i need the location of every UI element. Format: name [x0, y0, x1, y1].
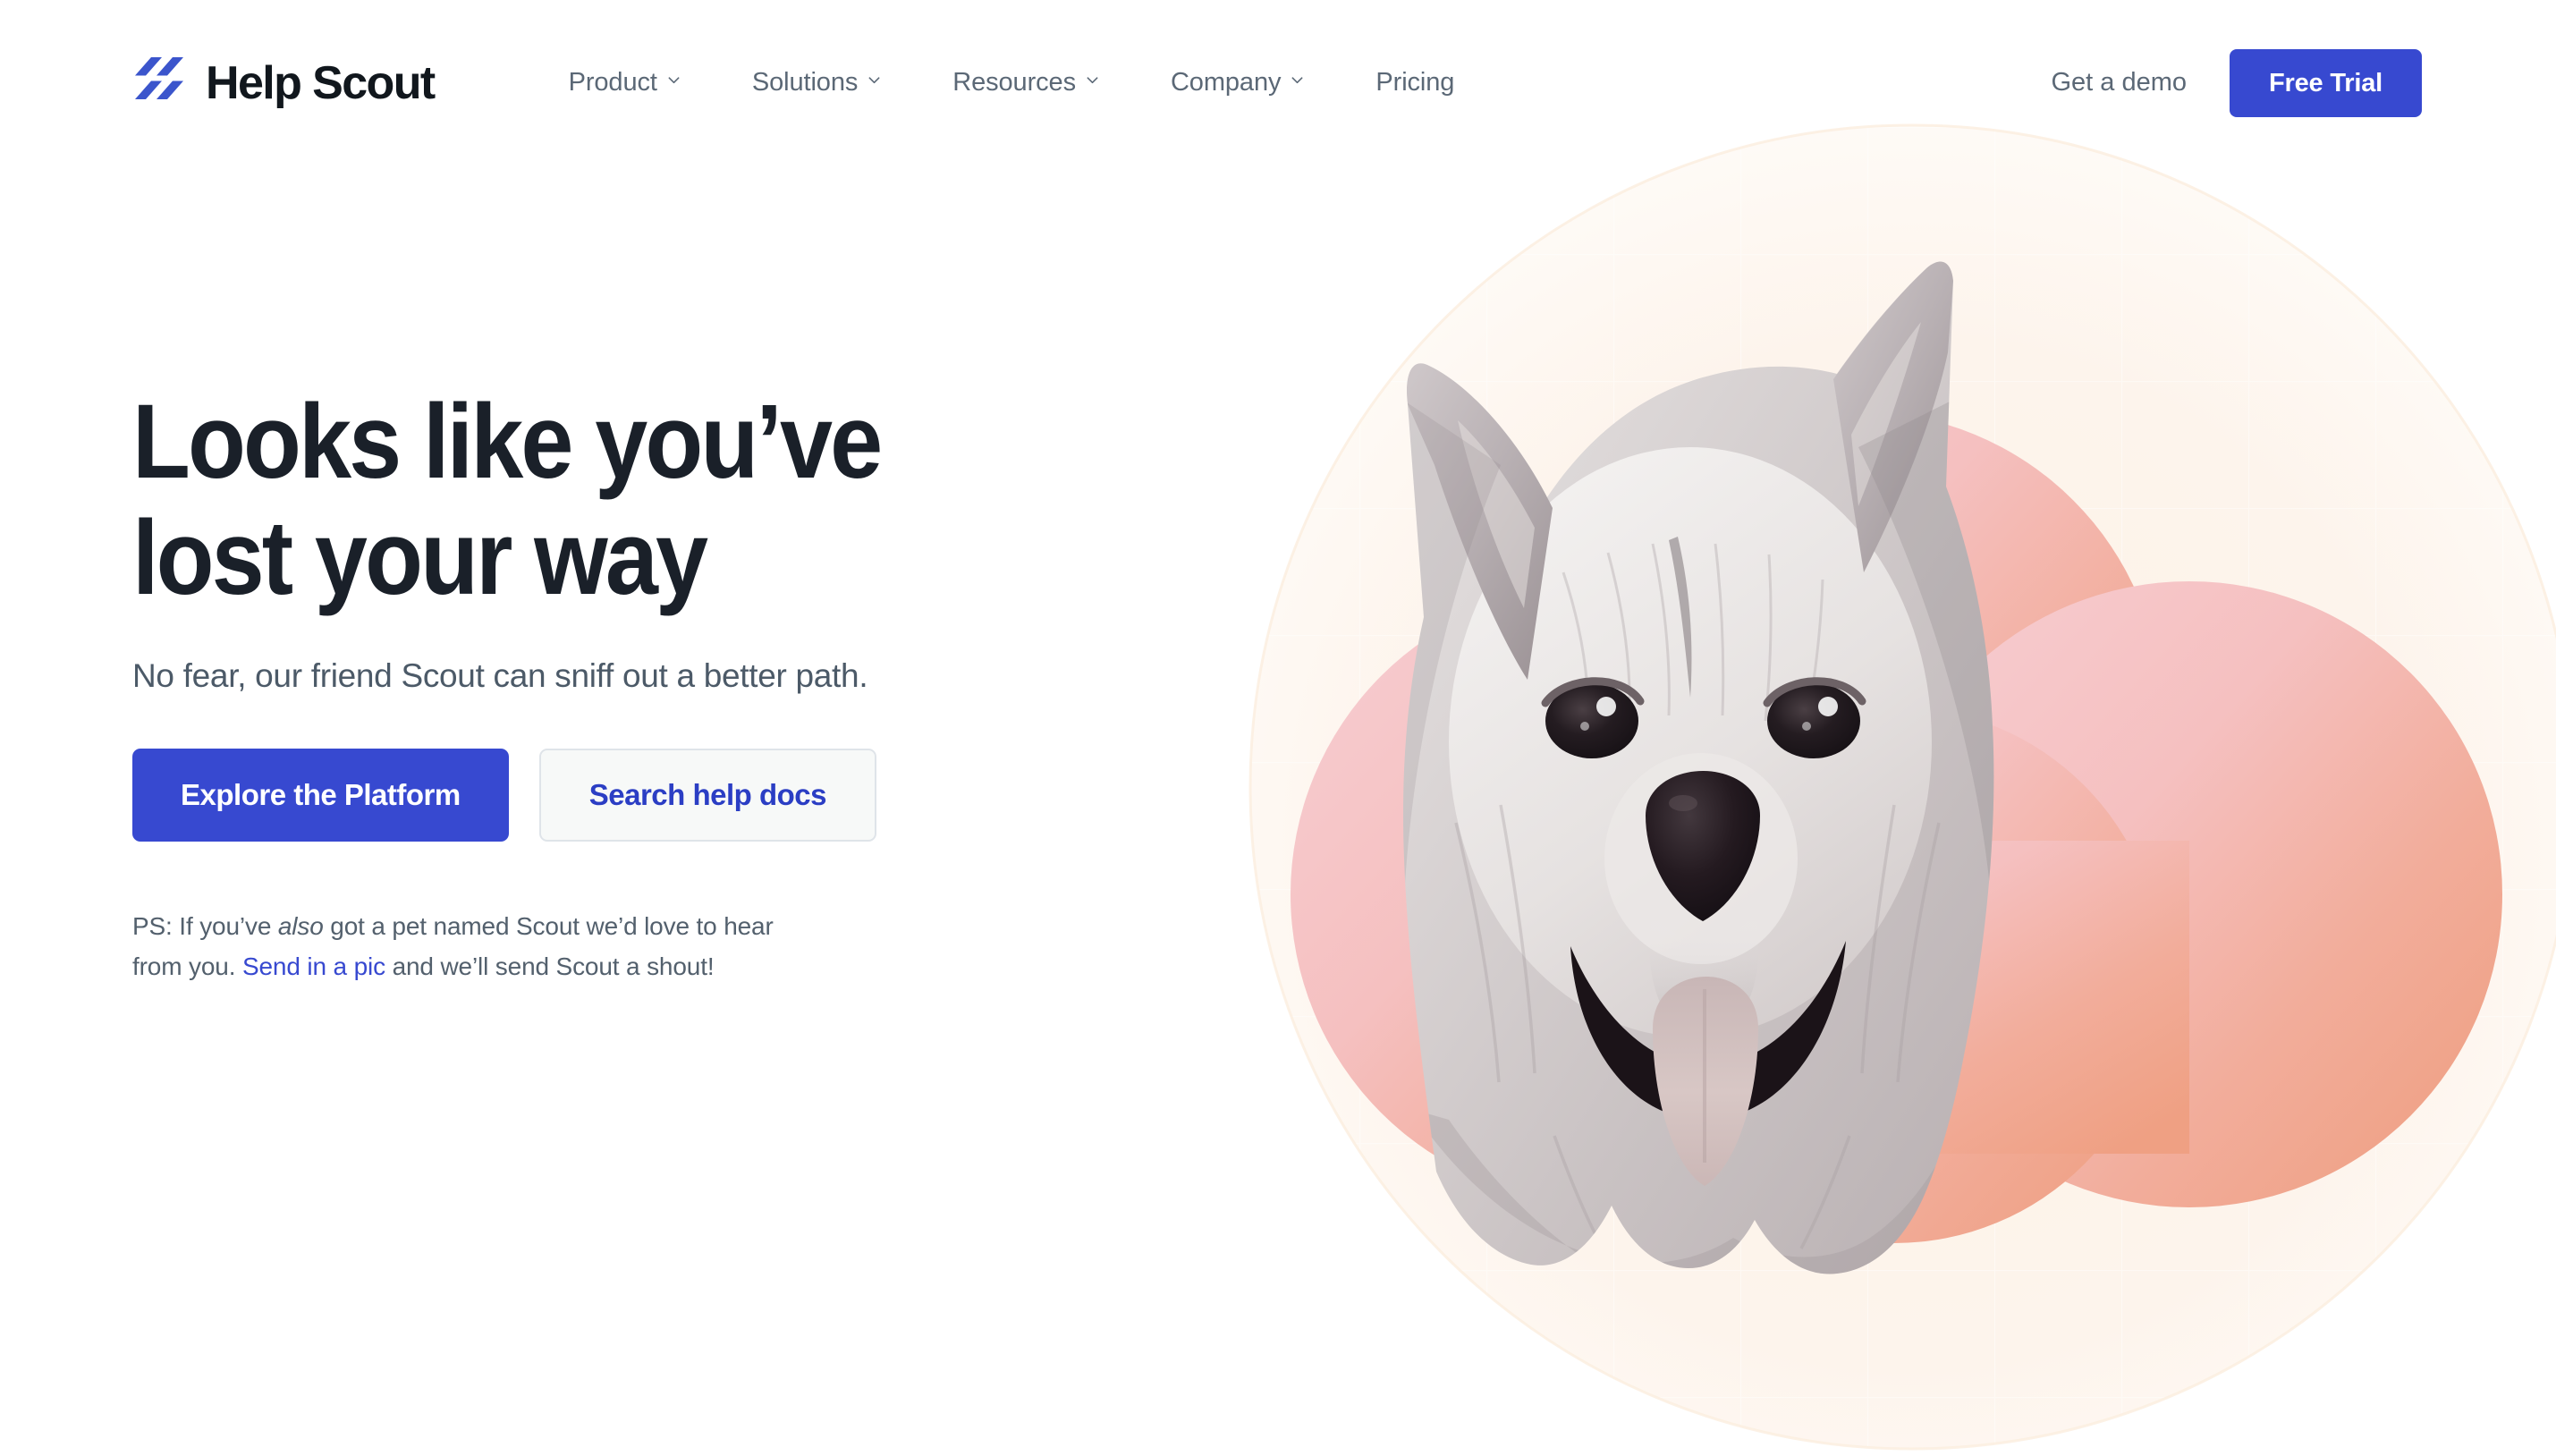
primary-navigation: Product Solutions Resources Company Pric… [533, 55, 1491, 110]
nav-item-product[interactable]: Product [533, 55, 716, 110]
nav-item-solutions[interactable]: Solutions [716, 55, 917, 110]
nav-item-resources[interactable]: Resources [917, 55, 1135, 110]
page-root: Help Scout Product Solutions Resources C… [0, 0, 2556, 1456]
nav-item-label: Product [568, 68, 657, 97]
brand-name: Help Scout [206, 56, 436, 109]
nav-item-label: Pricing [1375, 68, 1455, 97]
send-in-a-pic-link[interactable]: Send in a pic [242, 952, 385, 980]
hero-content: Looks like you’ve lost your way No fear,… [132, 383, 1188, 987]
hero-subtitle: No fear, our friend Scout can sniff out … [132, 656, 868, 694]
brand-logo-link[interactable]: Help Scout [132, 55, 436, 112]
nav-item-label: Solutions [751, 68, 859, 97]
ps-emphasis: also [277, 912, 324, 941]
header-actions: Get a demo Free Trial [2052, 48, 2422, 117]
get-a-demo-link[interactable]: Get a demo [2052, 55, 2188, 110]
dog-portrait-illustration [1402, 261, 1994, 1274]
nav-item-company[interactable]: Company [1135, 55, 1340, 110]
ps-note: PS: If you’ve also got a pet named Scout… [132, 906, 785, 987]
chevron-down-icon [1086, 73, 1099, 87]
explore-platform-button[interactable]: Explore the Platform [132, 749, 509, 842]
chevron-down-icon [667, 73, 681, 87]
nav-item-pricing[interactable]: Pricing [1340, 55, 1490, 110]
ps-text-before: PS: If you’ve [132, 912, 278, 941]
help-scout-logo-icon [135, 56, 183, 99]
free-trial-button[interactable]: Free Trial [2230, 48, 2422, 117]
site-header: Help Scout Product Solutions Resources C… [0, 0, 2556, 165]
ps-text-after: and we’ll send Scout a shout! [385, 952, 715, 981]
chevron-down-icon [868, 73, 881, 87]
hero-cta-row: Explore the Platform Search help docs [132, 749, 1188, 842]
nav-item-label: Resources [952, 68, 1076, 97]
nav-item-label: Company [1170, 68, 1282, 97]
page-title: Looks like you’ve lost your way [132, 383, 883, 617]
hero-artwork [1232, 0, 2556, 1456]
search-help-docs-button[interactable]: Search help docs [538, 749, 876, 842]
chevron-down-icon [1291, 73, 1304, 87]
